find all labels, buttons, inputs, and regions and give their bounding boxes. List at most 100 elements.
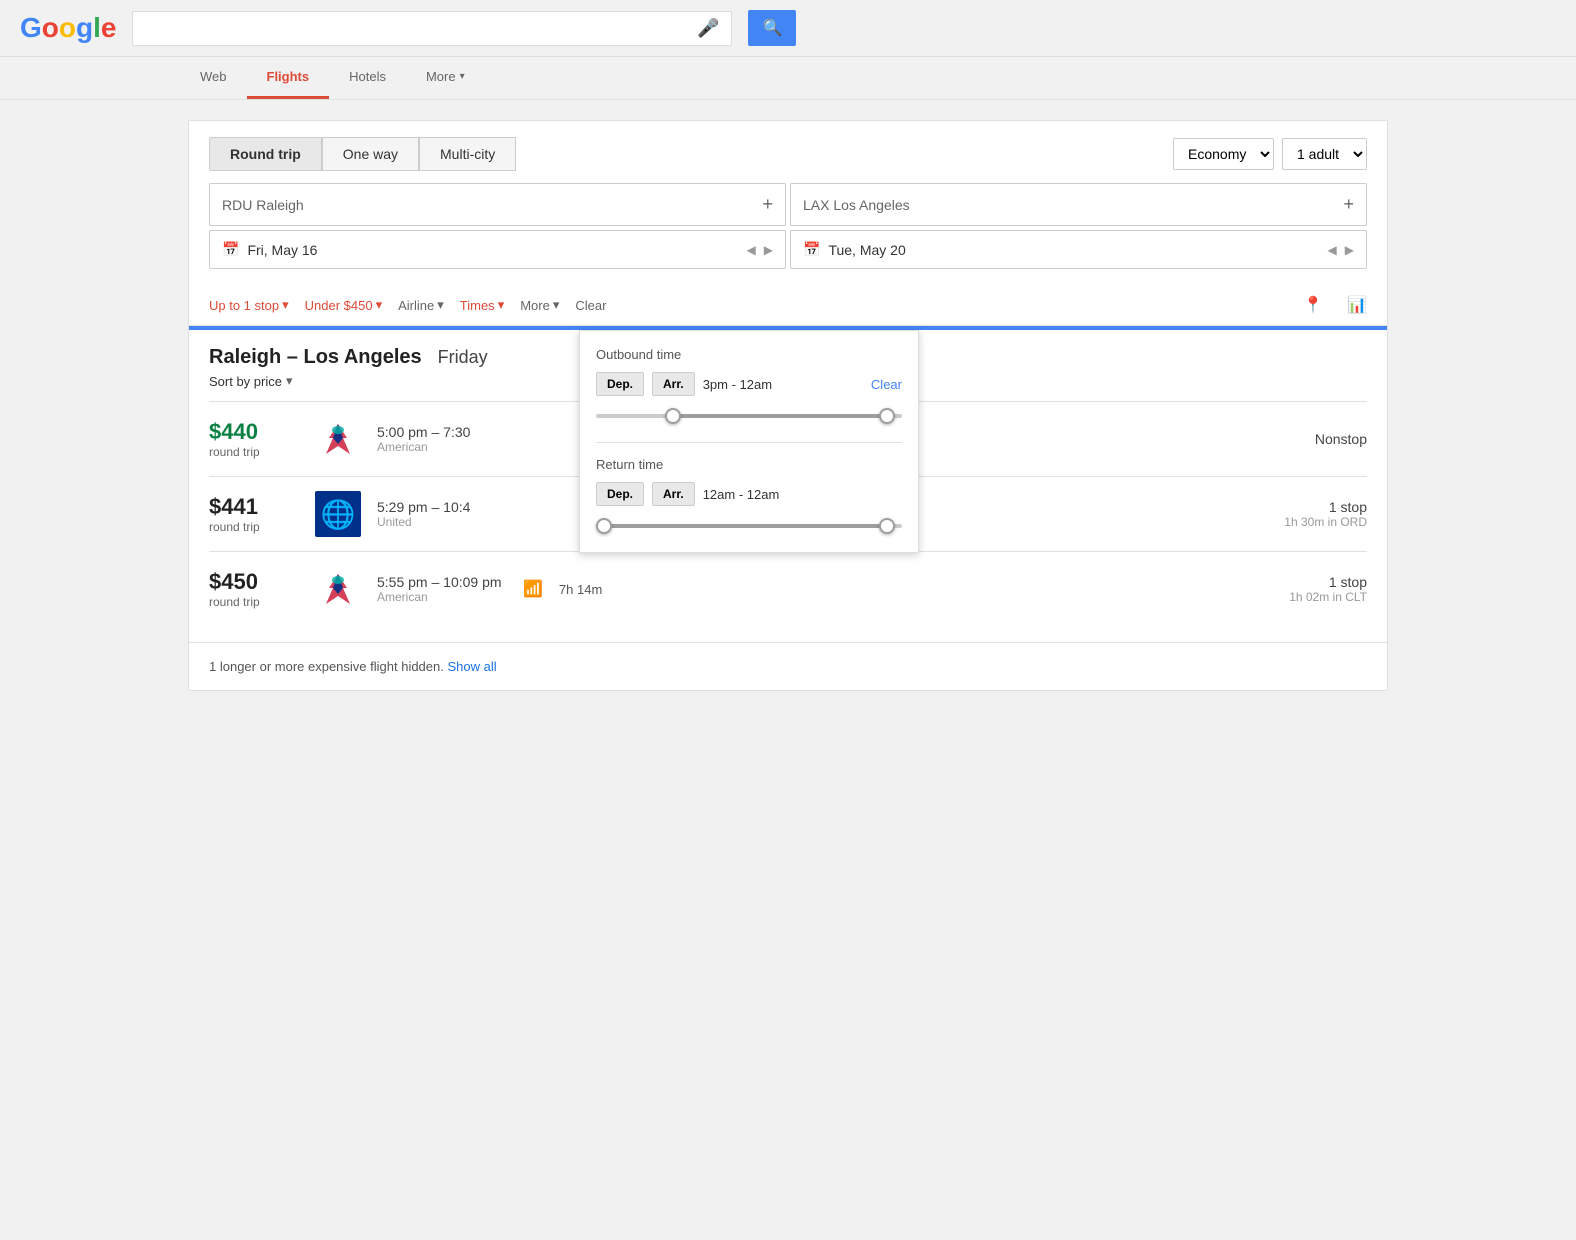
return-dep-arr-row: Dep. Arr. 12am - 12am xyxy=(596,482,902,506)
results-footer: 1 longer or more expensive flight hidden… xyxy=(189,642,1387,690)
divider xyxy=(596,442,902,443)
return-time-range: 12am - 12am xyxy=(703,487,902,502)
one-way-button[interactable]: One way xyxy=(322,137,419,171)
outbound-arr-button[interactable]: Arr. xyxy=(652,372,695,396)
sort-by-price[interactable]: Sort by price xyxy=(209,374,282,389)
price-amount: $441 xyxy=(209,494,299,520)
results-title: Raleigh – Los Angeles xyxy=(209,346,422,369)
return-arr-button[interactable]: Arr. xyxy=(652,482,695,506)
outbound-dep-button[interactable]: Dep. xyxy=(596,372,644,396)
price-amount: $440 xyxy=(209,419,299,445)
trip-label: round trip xyxy=(209,520,299,534)
flight-time-range: 5:29 pm – 10:4 xyxy=(377,499,507,515)
depart-date-input[interactable]: 📅 Fri, May 16 ◀ ▶ xyxy=(209,230,786,269)
clear-filter[interactable]: Clear xyxy=(575,298,606,313)
next-return-date-icon[interactable]: ▶ xyxy=(1345,243,1354,257)
chevron-down-icon: ▾ xyxy=(376,297,383,313)
more-filter[interactable]: More ▾ xyxy=(520,297,559,313)
slider-fill xyxy=(596,524,887,528)
plus-icon: + xyxy=(762,194,773,215)
filter-bar: Up to 1 stop ▾ Under $450 ▾ Airline ▾ Ti… xyxy=(189,285,1387,326)
tab-more[interactable]: More ▾ xyxy=(406,57,485,99)
flight-times-col: 5:55 pm – 10:09 pm American xyxy=(377,574,507,604)
tab-hotels[interactable]: Hotels xyxy=(329,57,406,99)
return-slider[interactable] xyxy=(596,516,902,536)
stops-filter[interactable]: Up to 1 stop ▾ xyxy=(209,297,289,313)
united-globe-icon: 🌐 xyxy=(321,498,356,531)
airline-name: United xyxy=(377,515,507,529)
show-all-link[interactable]: Show all xyxy=(448,659,497,674)
airline-logo-american xyxy=(315,416,361,462)
outbound-dep-arr-row: Dep. Arr. 3pm - 12am Clear xyxy=(596,372,902,396)
trip-label: round trip xyxy=(209,445,299,459)
round-trip-button[interactable]: Round trip xyxy=(209,137,322,171)
airline-logo-american-2 xyxy=(315,566,361,612)
slider-fill xyxy=(673,414,887,418)
times-filter[interactable]: Times ▾ xyxy=(460,297,504,313)
nav-tabs: Web Flights Hotels More ▾ xyxy=(0,57,1576,100)
airline-name: American xyxy=(377,590,507,604)
flight-times-col: 5:29 pm – 10:4 United xyxy=(377,499,507,529)
date-row: 📅 Fri, May 16 ◀ ▶ 📅 Tue, May 20 ◀ ▶ xyxy=(209,230,1367,269)
main-content: Round trip One way Multi-city Economy 1 … xyxy=(188,120,1388,691)
plus-icon: + xyxy=(1343,194,1354,215)
slider-thumb-right[interactable] xyxy=(879,408,895,424)
airline-name: American xyxy=(377,440,507,454)
flight-stops: 1 stop 1h 02m in CLT xyxy=(1289,574,1367,604)
flight-time-range: 5:00 pm – 7:30 xyxy=(377,424,507,440)
flight-stops: 1 stop 1h 30m in ORD xyxy=(1284,499,1367,529)
next-date-icon[interactable]: ▶ xyxy=(764,243,773,257)
flight-price: $440 round trip xyxy=(209,419,299,459)
flight-price: $450 round trip xyxy=(209,569,299,609)
airline-logo-united: 🌐 xyxy=(315,491,361,537)
return-section: Return time Dep. Arr. 12am - 12am xyxy=(596,457,902,536)
chevron-down-icon: ▾ xyxy=(553,297,560,313)
calendar-icon: 📅 xyxy=(222,241,239,258)
flight-times-col: 5:00 pm – 7:30 American xyxy=(377,424,507,454)
multi-city-button[interactable]: Multi-city xyxy=(419,137,516,171)
location-pin-icon[interactable]: 📍 xyxy=(1303,295,1323,315)
chevron-down-icon: ▾ xyxy=(498,297,505,313)
cabin-select[interactable]: Economy xyxy=(1173,138,1274,170)
chevron-down-icon[interactable]: ▾ xyxy=(286,373,293,389)
results-date: Friday xyxy=(438,347,488,368)
search-button[interactable]: 🔍 xyxy=(748,10,796,46)
adults-select[interactable]: 1 adult xyxy=(1282,138,1367,170)
flight-price: $441 round trip xyxy=(209,494,299,534)
return-date-input[interactable]: 📅 Tue, May 20 ◀ ▶ xyxy=(790,230,1367,269)
outbound-slider[interactable] xyxy=(596,406,902,426)
origin-input[interactable]: RDU Raleigh + xyxy=(209,183,786,226)
airline-filter[interactable]: Airline ▾ xyxy=(398,297,444,313)
chevron-down-icon: ▾ xyxy=(437,297,444,313)
outbound-time-range: 3pm - 12am xyxy=(703,377,863,392)
chevron-down-icon: ▾ xyxy=(460,71,465,82)
price-filter[interactable]: Under $450 ▾ xyxy=(305,297,382,313)
flight-time-range: 5:55 pm – 10:09 pm xyxy=(377,574,507,590)
flight-row[interactable]: $450 round trip 5:55 pm – 10:09 pm Ameri… xyxy=(209,551,1367,626)
wifi-icon: 📶 xyxy=(523,579,543,599)
slider-thumb-right[interactable] xyxy=(879,518,895,534)
search-input[interactable] xyxy=(145,19,689,37)
flight-form: Round trip One way Multi-city Economy 1 … xyxy=(189,121,1387,285)
tab-web[interactable]: Web xyxy=(180,57,247,99)
return-dep-button[interactable]: Dep. xyxy=(596,482,644,506)
tab-flights[interactable]: Flights xyxy=(247,57,330,99)
outbound-clear-button[interactable]: Clear xyxy=(871,377,902,392)
depart-date-nav: ◀ ▶ xyxy=(747,243,773,257)
bar-chart-icon[interactable]: 📊 xyxy=(1347,295,1367,315)
location-row: RDU Raleigh + LAX Los Angeles + xyxy=(209,183,1367,226)
header: Google 🎤 🔍 xyxy=(0,0,1576,57)
chevron-down-icon: ▾ xyxy=(282,297,289,313)
price-amount: $450 xyxy=(209,569,299,595)
slider-thumb-left[interactable] xyxy=(665,408,681,424)
flight-duration: 7h 14m xyxy=(559,582,602,597)
prev-return-date-icon[interactable]: ◀ xyxy=(1328,243,1337,257)
results-area: Raleigh – Los Angeles Friday Sort by pri… xyxy=(189,330,1387,642)
return-title: Return time xyxy=(596,457,902,472)
mic-icon[interactable]: 🎤 xyxy=(697,18,719,39)
slider-thumb-left[interactable] xyxy=(596,518,612,534)
trip-label: round trip xyxy=(209,595,299,609)
google-logo[interactable]: Google xyxy=(20,12,116,44)
destination-input[interactable]: LAX Los Angeles + xyxy=(790,183,1367,226)
prev-date-icon[interactable]: ◀ xyxy=(747,243,756,257)
